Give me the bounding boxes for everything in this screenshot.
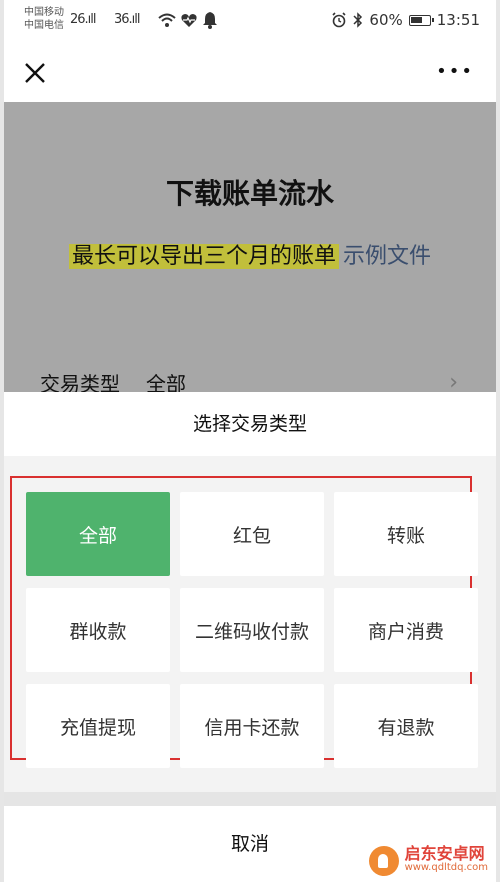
carrier-1: 中国移动 (24, 7, 64, 18)
status-bar: 中国移动 中国电信 26.ıll 36.ıll 60% 13:51 (4, 0, 496, 44)
watermark-main: 启东安卓网 (404, 844, 485, 863)
watermark-text: 启东安卓网 www.qdltdq.com (404, 844, 488, 875)
option-topup-withdraw[interactable]: 充值提现 (26, 684, 170, 768)
status-right: 60% 13:51 (331, 11, 480, 29)
wifi-icon (158, 13, 176, 27)
phone-screen: 中国移动 中国电信 26.ıll 36.ıll 60% 13:51 ••• 下载… (4, 0, 496, 882)
alarm-icon (332, 12, 346, 28)
watermark: 启东安卓网 www.qdltdq.com (368, 844, 488, 876)
option-merchant[interactable]: 商户消费 (334, 588, 478, 672)
option-qr-payment[interactable]: 二维码收付款 (180, 588, 324, 672)
export-limit-text: 最长可以导出三个月的账单 (68, 244, 339, 269)
option-transfer[interactable]: 转账 (334, 492, 478, 576)
clock: 13:51 (436, 11, 480, 29)
close-icon[interactable] (18, 56, 52, 90)
option-group-collection[interactable]: 群收款 (26, 588, 170, 672)
page-title: 下载账单流水 (165, 177, 334, 210)
option-all[interactable]: 全部 (26, 492, 170, 576)
page-subtitle: 最长可以导出三个月的账单 示例文件 (4, 238, 496, 270)
nav-bar: ••• (4, 44, 496, 102)
watermark-logo-icon (368, 846, 399, 876)
sheet-title: 选择交易类型 (4, 392, 496, 456)
signal-1-icon: 26.ıll (70, 12, 96, 27)
watermark-url: www.qdltdq.com (404, 862, 488, 873)
sample-file-link[interactable]: 示例文件 (343, 244, 431, 269)
heart-rate-icon (181, 14, 197, 27)
notification-bell-icon (203, 12, 217, 29)
option-red-packet[interactable]: 红包 (180, 492, 324, 576)
trade-type-sheet: 选择交易类型 全部 红包 转账 群收款 二维码收付款 商户消费 充值提现 信用卡… (4, 392, 496, 882)
divider (4, 792, 496, 806)
battery-percent: 60% (369, 11, 403, 29)
more-dots-icon[interactable]: ••• (436, 63, 474, 81)
option-refund[interactable]: 有退款 (334, 684, 478, 768)
carrier-info: 中国移动 中国电信 (24, 6, 64, 32)
option-credit-card[interactable]: 信用卡还款 (180, 684, 324, 768)
carrier-2: 中国电信 (24, 20, 64, 31)
battery-icon (408, 14, 434, 26)
bluetooth-icon (353, 12, 363, 28)
signal-2-icon: 36.ıll (114, 12, 140, 27)
